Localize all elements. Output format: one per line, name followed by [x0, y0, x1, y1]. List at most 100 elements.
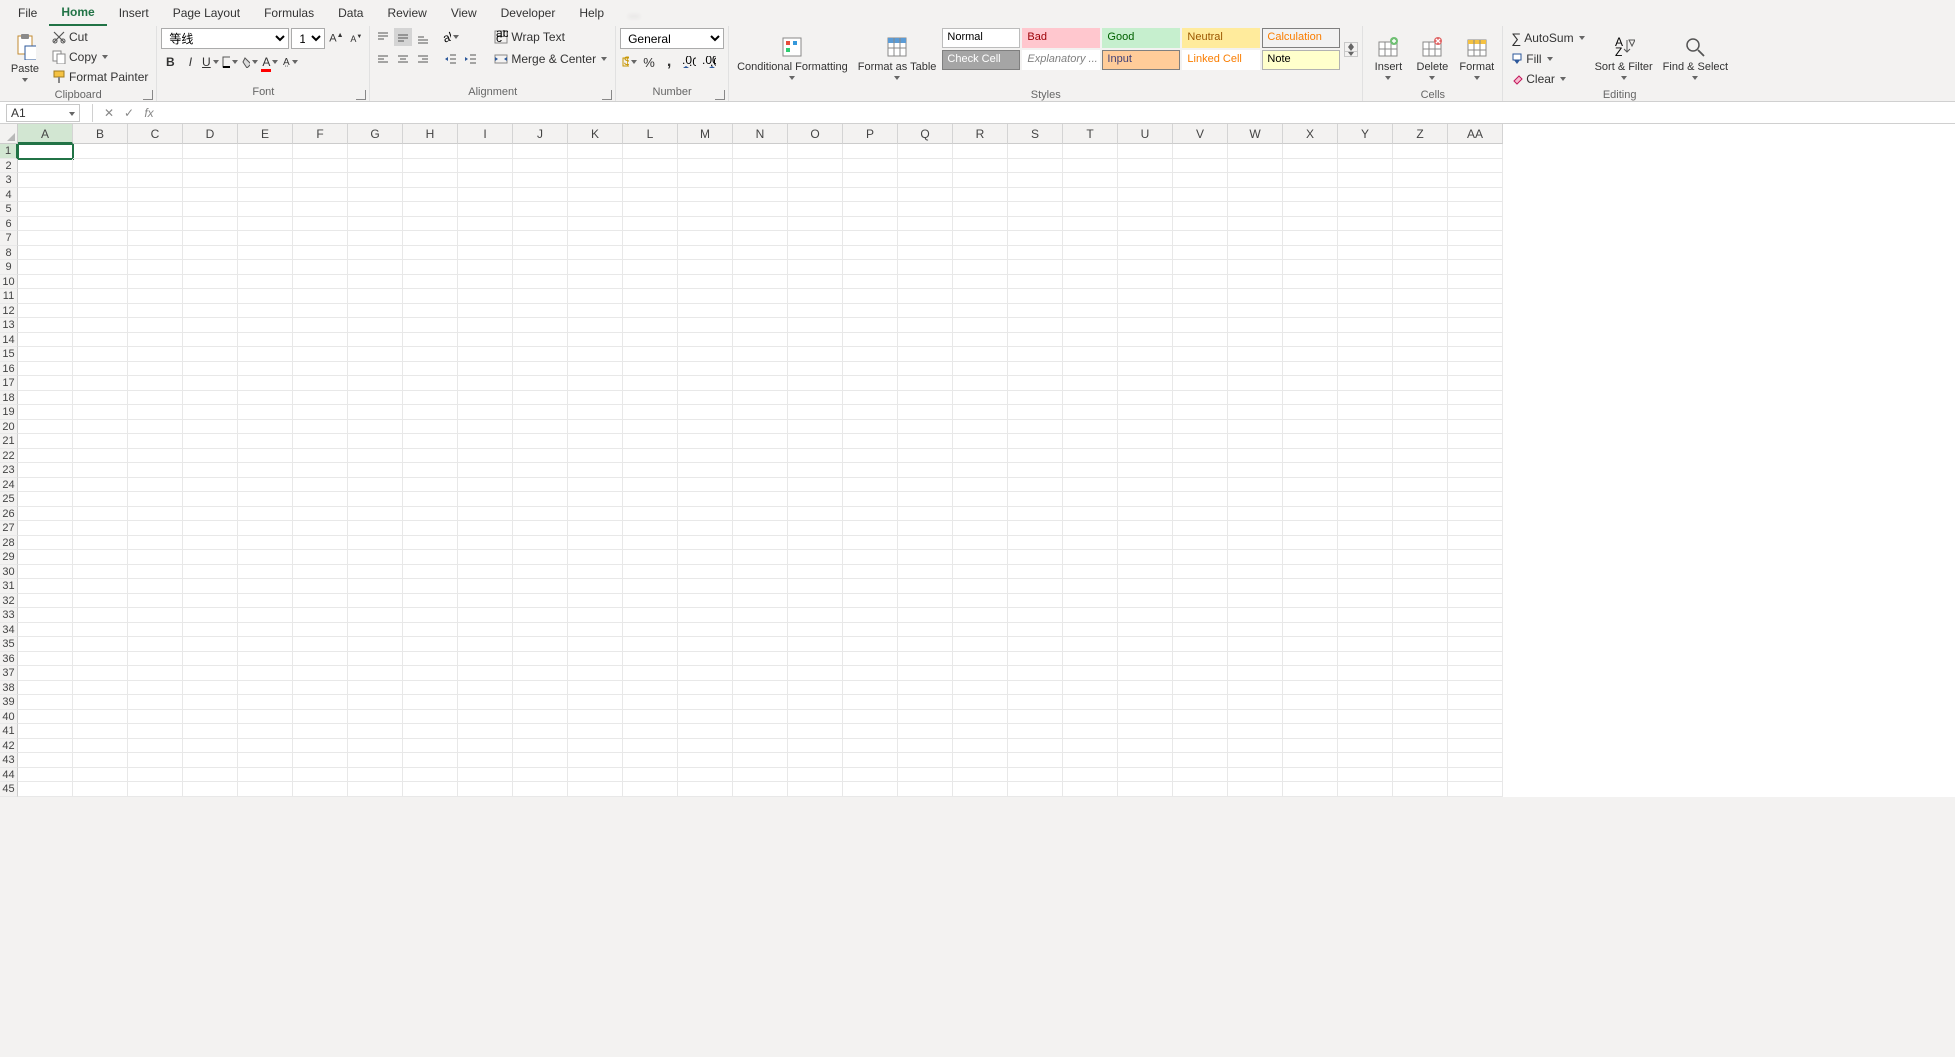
cell[interactable]	[458, 623, 513, 638]
cell[interactable]	[678, 362, 733, 377]
format-cells-button[interactable]: Format	[1455, 28, 1498, 88]
cell[interactable]	[348, 507, 403, 522]
cell[interactable]	[128, 492, 183, 507]
cell[interactable]	[73, 536, 128, 551]
cell[interactable]	[458, 173, 513, 188]
cell[interactable]	[678, 275, 733, 290]
dialog-launcher[interactable]	[356, 90, 366, 100]
cell[interactable]	[1393, 391, 1448, 406]
cell[interactable]	[403, 434, 458, 449]
cell[interactable]	[293, 782, 348, 797]
cell[interactable]	[678, 492, 733, 507]
cell[interactable]	[1283, 623, 1338, 638]
cell[interactable]	[843, 318, 898, 333]
cell[interactable]	[1008, 710, 1063, 725]
cell[interactable]	[1063, 666, 1118, 681]
cell[interactable]	[733, 246, 788, 261]
cell[interactable]	[513, 188, 568, 203]
cell[interactable]	[568, 391, 623, 406]
gallery-more-button[interactable]	[1345, 51, 1357, 56]
cell[interactable]	[843, 521, 898, 536]
cell[interactable]	[73, 376, 128, 391]
cell[interactable]	[513, 768, 568, 783]
cell[interactable]	[238, 681, 293, 696]
cell[interactable]	[1063, 289, 1118, 304]
cell[interactable]	[513, 695, 568, 710]
cell[interactable]	[1283, 521, 1338, 536]
cell[interactable]	[953, 666, 1008, 681]
cell[interactable]	[348, 666, 403, 681]
cell[interactable]	[18, 159, 73, 174]
cell[interactable]	[1283, 637, 1338, 652]
cell[interactable]	[843, 652, 898, 667]
cell[interactable]	[458, 347, 513, 362]
cell[interactable]	[1393, 666, 1448, 681]
cell[interactable]	[458, 405, 513, 420]
cell[interactable]	[18, 405, 73, 420]
cell[interactable]	[788, 608, 843, 623]
row-header[interactable]: 19	[0, 405, 18, 420]
cell[interactable]	[1283, 739, 1338, 754]
cell[interactable]	[348, 565, 403, 580]
cell[interactable]	[403, 536, 458, 551]
cell[interactable]	[183, 391, 238, 406]
cell[interactable]	[1338, 594, 1393, 609]
cell[interactable]	[18, 637, 73, 652]
cell[interactable]	[733, 347, 788, 362]
cell[interactable]	[293, 173, 348, 188]
cell[interactable]	[1173, 681, 1228, 696]
cell[interactable]	[568, 478, 623, 493]
cell[interactable]	[513, 217, 568, 232]
row-header[interactable]: 23	[0, 463, 18, 478]
row-header[interactable]: 4	[0, 188, 18, 203]
cell[interactable]	[1008, 362, 1063, 377]
cell[interactable]	[898, 318, 953, 333]
cell[interactable]	[238, 652, 293, 667]
cell[interactable]	[678, 420, 733, 435]
cell[interactable]	[898, 695, 953, 710]
cell[interactable]	[898, 724, 953, 739]
cell[interactable]	[238, 782, 293, 797]
cell[interactable]	[403, 695, 458, 710]
cell[interactable]	[128, 362, 183, 377]
cell[interactable]	[1118, 217, 1173, 232]
cell[interactable]	[898, 275, 953, 290]
grow-font-button[interactable]: A▲	[327, 30, 345, 48]
cell[interactable]	[1228, 217, 1283, 232]
cell[interactable]	[1338, 492, 1393, 507]
cell[interactable]	[18, 492, 73, 507]
cell[interactable]	[1228, 710, 1283, 725]
cell[interactable]	[568, 217, 623, 232]
cell[interactable]	[128, 768, 183, 783]
cell[interactable]	[513, 565, 568, 580]
cell[interactable]	[1008, 434, 1063, 449]
cell[interactable]	[18, 550, 73, 565]
cell[interactable]	[953, 202, 1008, 217]
cell[interactable]	[843, 608, 898, 623]
cell[interactable]	[898, 362, 953, 377]
cell[interactable]	[1393, 608, 1448, 623]
cell[interactable]	[1448, 724, 1503, 739]
cell[interactable]	[238, 231, 293, 246]
row-header[interactable]: 21	[0, 434, 18, 449]
cell[interactable]	[843, 231, 898, 246]
cell[interactable]	[1283, 536, 1338, 551]
cell[interactable]	[1063, 463, 1118, 478]
tab-file[interactable]: File	[6, 1, 49, 25]
cell[interactable]	[1393, 623, 1448, 638]
cell[interactable]	[733, 420, 788, 435]
cell[interactable]	[18, 579, 73, 594]
cell[interactable]	[788, 260, 843, 275]
cell[interactable]	[1338, 521, 1393, 536]
cell[interactable]	[1008, 739, 1063, 754]
format-painter-button[interactable]: Format Painter	[48, 68, 152, 86]
cell[interactable]	[1283, 463, 1338, 478]
cell[interactable]	[953, 463, 1008, 478]
cell[interactable]	[733, 434, 788, 449]
row-header[interactable]: 1	[0, 144, 18, 159]
cell[interactable]	[843, 405, 898, 420]
cell[interactable]	[128, 753, 183, 768]
cell[interactable]	[1118, 246, 1173, 261]
cell[interactable]	[1393, 492, 1448, 507]
cell[interactable]	[1448, 275, 1503, 290]
